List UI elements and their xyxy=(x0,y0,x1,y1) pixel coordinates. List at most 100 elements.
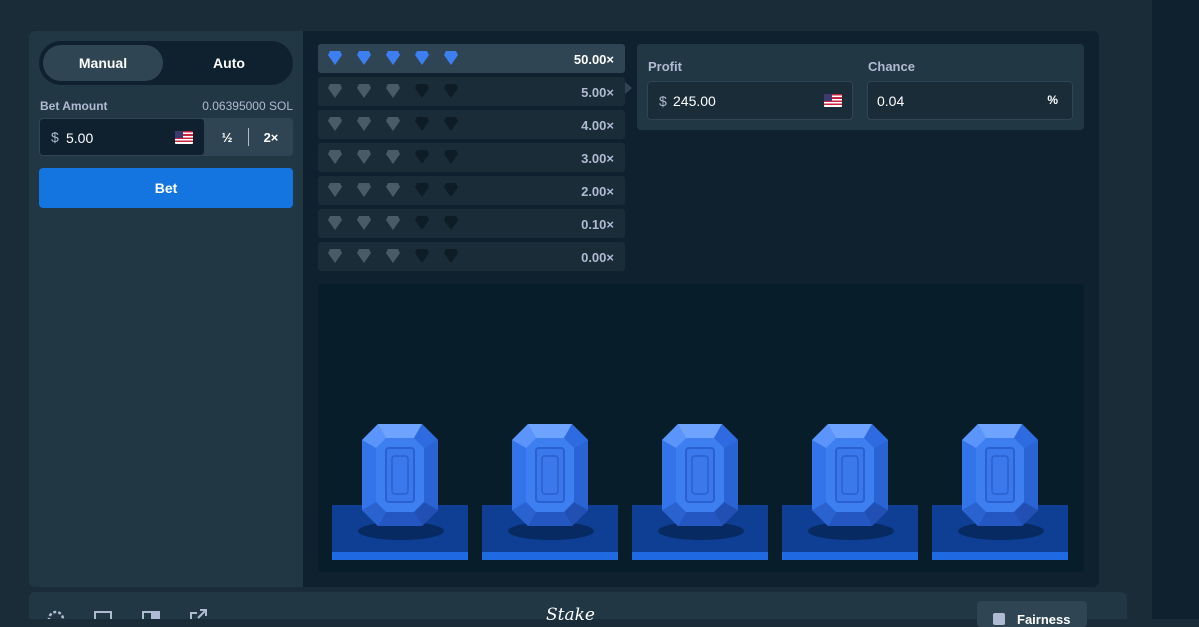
popout-icon[interactable] xyxy=(189,609,207,619)
bet-amount-row: $ ½ 2× xyxy=(39,118,293,157)
pedestal-edge xyxy=(482,552,618,560)
bet-amount-field[interactable]: $ xyxy=(40,119,204,157)
paytable-row: 3.00× xyxy=(318,143,625,172)
paytable-multiplier: 3.00× xyxy=(581,151,614,166)
gem-icon xyxy=(444,117,458,131)
gem-icon xyxy=(386,216,400,230)
blue-gem-icon xyxy=(962,424,1038,526)
gem-stage xyxy=(318,284,1084,572)
paytable-multiplier: 0.00× xyxy=(581,250,614,265)
gem-icon xyxy=(328,216,342,230)
stake-logo: Stake xyxy=(546,605,595,625)
paytable-multiplier: 5.00× xyxy=(581,85,614,100)
profit-label: Profit xyxy=(648,59,682,74)
footer-bar: Stake Fairness xyxy=(29,592,1127,627)
gem-icon xyxy=(328,84,342,98)
gem-slot xyxy=(332,284,468,572)
profit-panel: Profit $ 245.00 Chance 0.04 % xyxy=(637,44,1084,130)
paytable-multiplier: 0.10× xyxy=(581,217,614,232)
gem-slot xyxy=(782,284,918,572)
us-flag-icon xyxy=(824,94,842,107)
fairness-label: Fairness xyxy=(1017,612,1071,627)
chance-field: 0.04 % xyxy=(867,81,1073,120)
chance-label: Chance xyxy=(868,59,915,74)
stats-icon[interactable] xyxy=(142,609,160,619)
bet-amount-input[interactable] xyxy=(64,119,168,157)
blue-gem-icon xyxy=(812,424,888,526)
tab-auto[interactable]: Auto xyxy=(169,45,289,81)
gem-icon xyxy=(328,117,342,131)
gem-icon xyxy=(357,249,371,263)
pedestal-edge xyxy=(332,552,468,560)
dollar-sign: $ xyxy=(659,93,667,109)
half-bet-button[interactable]: ½ xyxy=(205,118,249,156)
gem-icon xyxy=(444,249,458,263)
bet-amount-crypto: 0.06395000 SOL xyxy=(202,99,293,113)
paytable-row: 5.00× xyxy=(318,77,625,106)
gem-icon xyxy=(415,51,429,65)
gem-icon xyxy=(357,51,371,65)
gem-icon xyxy=(415,183,429,197)
gem-icon xyxy=(415,84,429,98)
gem-icon xyxy=(415,249,429,263)
settings-icon[interactable] xyxy=(47,609,65,619)
fairness-button[interactable]: Fairness xyxy=(977,601,1087,627)
gem-icon xyxy=(415,216,429,230)
blue-gem-icon xyxy=(662,424,738,526)
gem-icon xyxy=(415,150,429,164)
paytable-row: 4.00× xyxy=(318,110,625,139)
blue-gem-icon xyxy=(362,424,438,526)
gem-slot xyxy=(932,284,1068,572)
dollar-sign: $ xyxy=(51,129,59,145)
gem-icon xyxy=(328,51,342,65)
gem-icon xyxy=(386,51,400,65)
bet-button[interactable]: Bet xyxy=(39,168,293,208)
gem-icon xyxy=(357,117,371,131)
gem-icon xyxy=(444,150,458,164)
gem-icon xyxy=(357,150,371,164)
game-container: Manual Auto Bet Amount 0.06395000 SOL $ … xyxy=(29,31,1099,587)
gem-icon xyxy=(386,84,400,98)
paytable-pointer xyxy=(625,82,632,94)
paytable-multiplier: 2.00× xyxy=(581,184,614,199)
blue-gem-icon xyxy=(512,424,588,526)
gem-icon xyxy=(386,117,400,131)
gem-icon xyxy=(328,249,342,263)
gem-icon xyxy=(386,183,400,197)
gem-icon xyxy=(357,183,371,197)
gem-slot xyxy=(632,284,768,572)
right-side-panel xyxy=(1152,0,1199,619)
gem-icon xyxy=(444,216,458,230)
paytable-row: 50.00× xyxy=(318,44,625,73)
paytable-row: 2.00× xyxy=(318,176,625,205)
theatre-mode-icon[interactable] xyxy=(94,609,112,619)
gem-icon xyxy=(444,183,458,197)
gem-icon xyxy=(444,84,458,98)
gem-slot xyxy=(482,284,618,572)
gem-icon xyxy=(328,150,342,164)
checkbox-icon xyxy=(993,613,1005,625)
gem-icon xyxy=(357,84,371,98)
chance-value: 0.04 xyxy=(877,93,905,109)
paytable-row: 0.00× xyxy=(318,242,625,271)
double-bet-button[interactable]: 2× xyxy=(249,118,293,156)
us-flag-icon xyxy=(175,131,193,144)
profit-value: 245.00 xyxy=(673,93,716,109)
bet-controls-sidebar: Manual Auto Bet Amount 0.06395000 SOL $ … xyxy=(29,31,303,587)
mode-toggle: Manual Auto xyxy=(39,41,293,85)
profit-field: $ 245.00 xyxy=(647,81,853,120)
gem-icon xyxy=(444,51,458,65)
tab-manual[interactable]: Manual xyxy=(43,45,163,81)
gem-icon xyxy=(415,117,429,131)
paytable-multiplier: 50.00× xyxy=(573,52,614,67)
bet-amount-label: Bet Amount xyxy=(40,99,108,113)
gem-icon xyxy=(357,216,371,230)
pedestal-edge xyxy=(632,552,768,560)
percent-icon: % xyxy=(1047,93,1058,107)
pedestal-edge xyxy=(932,552,1068,560)
paytable-multiplier: 4.00× xyxy=(581,118,614,133)
paytable-row: 0.10× xyxy=(318,209,625,238)
pedestal-edge xyxy=(782,552,918,560)
gem-icon xyxy=(328,183,342,197)
gem-icon xyxy=(386,150,400,164)
